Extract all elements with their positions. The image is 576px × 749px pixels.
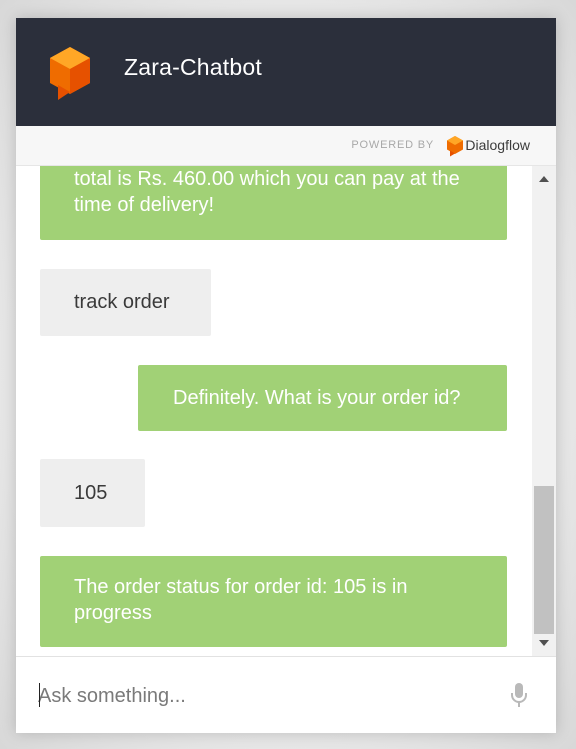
dialogflow-brand-name: Dialogflow [465, 137, 530, 153]
chat-input[interactable] [38, 681, 478, 711]
user-message: 105 [40, 459, 145, 527]
chat-header: Zara-Chatbot [16, 18, 556, 126]
message-scrollbar[interactable] [532, 166, 556, 656]
chat-window: Zara-Chatbot POWERED BY Dialogflow total… [16, 18, 556, 733]
dialogflow-logo-icon [50, 47, 90, 100]
microphone-icon[interactable] [510, 682, 528, 708]
bot-message: The order status for order id: 105 is in… [40, 556, 507, 647]
message-list[interactable]: total is Rs. 460.00 which you can pay at… [16, 166, 532, 656]
scroll-down-arrow-icon[interactable] [539, 640, 549, 646]
chat-title: Zara-Chatbot [124, 54, 262, 80]
bot-message: total is Rs. 460.00 which you can pay at… [40, 166, 507, 240]
scroll-up-arrow-icon[interactable] [539, 176, 549, 182]
powered-by-bar: POWERED BY Dialogflow [16, 126, 556, 166]
powered-by-label: POWERED BY [351, 139, 434, 151]
text-caret [39, 683, 40, 707]
scrollbar-thumb[interactable] [534, 486, 554, 634]
chat-input-bar [16, 656, 556, 733]
bot-message: Definitely. What is your order id? [138, 365, 507, 431]
dialogflow-icon [447, 136, 463, 157]
user-message: track order [40, 269, 211, 336]
